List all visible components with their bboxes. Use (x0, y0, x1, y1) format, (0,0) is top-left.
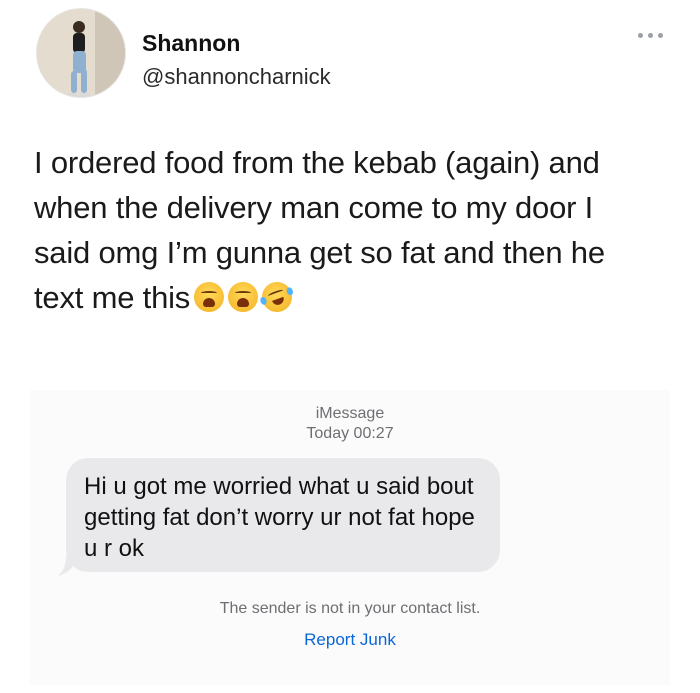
unknown-sender-notice: The sender is not in your contact list. (219, 600, 481, 617)
incoming-message-text: Hi u got me worried what u said bout get… (84, 473, 475, 562)
tweet-text-content: I ordered food from the kebab (again) an… (34, 145, 605, 315)
report-junk-link[interactable]: Report Junk (0, 630, 700, 650)
display-name[interactable]: Shannon (142, 30, 240, 57)
handle[interactable]: @shannoncharnick (142, 64, 331, 90)
weary-face-icon (228, 282, 259, 312)
tweet-text: I ordered food from the kebab (again) an… (34, 140, 654, 320)
rolling-on-floor-laughing-icon (257, 277, 297, 317)
ellipsis-icon[interactable] (638, 30, 664, 40)
avatar[interactable] (36, 8, 126, 98)
profile-photo-icon (37, 9, 125, 97)
imessage-service-label: iMessage (315, 405, 385, 422)
imessage-timestamp: Today 00:27 (306, 425, 394, 442)
incoming-message-bubble[interactable]: Hi u got me worried what u said bout get… (66, 458, 500, 572)
tweet-header: Shannon @shannoncharnick (36, 8, 676, 108)
weary-face-icon (194, 282, 225, 312)
